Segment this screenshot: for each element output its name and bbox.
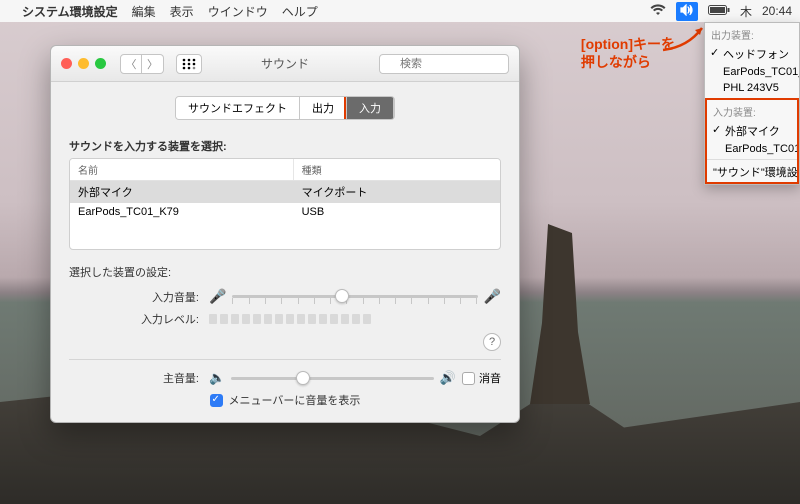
app-name[interactable]: システム環境設定 — [22, 3, 118, 20]
clock-day[interactable]: 木 — [740, 3, 752, 20]
forward-button[interactable]: 〉 — [142, 54, 164, 74]
mute-label: 消音 — [479, 370, 501, 386]
menu-edit[interactable]: 編集 — [132, 3, 156, 20]
speaker-high-icon: 🔊 — [440, 370, 456, 386]
input-device-item[interactable]: EarPods_TC01_K7 — [707, 141, 797, 157]
main-volume-slider[interactable] — [231, 377, 434, 380]
volume-menu-icon[interactable] — [676, 2, 698, 21]
select-device-label: サウンドを入力する装置を選択: — [69, 138, 501, 154]
back-button[interactable]: 〈 — [120, 54, 142, 74]
mic-low-icon: 🎤 — [209, 288, 226, 305]
sound-prefs-window: 〈 〉 サウンド サウンドエフェクト 出力 入力 サウンドを入力する装置を選択:… — [50, 45, 520, 423]
search-input[interactable] — [379, 54, 509, 74]
input-level-label: 入力レベル: — [69, 311, 209, 327]
show-all-button[interactable] — [176, 54, 202, 74]
menu-view[interactable]: 表示 — [170, 3, 194, 20]
output-device-item[interactable]: EarPods_TC01_K7 — [705, 64, 799, 80]
minimize-button[interactable] — [78, 58, 89, 69]
sound-tabs: サウンドエフェクト 出力 入力 — [175, 96, 395, 120]
mute-checkbox[interactable] — [462, 372, 475, 385]
output-device-item[interactable]: PHL 243V5 — [705, 80, 799, 96]
show-in-menubar-checkbox[interactable] — [210, 394, 223, 407]
show-in-menubar-label: メニューバーに音量を表示 — [229, 392, 361, 408]
volume-menu-dropdown: 出力装置: ヘッドフォン EarPods_TC01_K7 PHL 243V5 入… — [704, 22, 800, 185]
tab-sound-effects[interactable]: サウンドエフェクト — [176, 97, 300, 119]
clock-time[interactable]: 20:44 — [762, 4, 792, 18]
mic-high-icon: 🎤 — [484, 288, 501, 305]
menubar: システム環境設定 編集 表示 ウインドウ ヘルプ 木 20:44 — [0, 0, 800, 22]
input-volume-slider[interactable] — [232, 295, 477, 298]
window-title: サウンド — [261, 55, 309, 72]
wifi-icon[interactable] — [650, 4, 666, 19]
menu-window[interactable]: ウインドウ — [208, 3, 268, 20]
tab-input[interactable]: 入力 — [347, 97, 394, 119]
input-devices-table: 名前 種類 外部マイク マイクポート EarPods_TC01_K79 USB — [69, 158, 501, 250]
output-device-item[interactable]: ヘッドフォン — [705, 44, 799, 64]
table-row[interactable]: 外部マイク マイクポート — [70, 181, 500, 203]
annotation-text: [option]キーを 押しながら — [581, 35, 675, 71]
menu-help[interactable]: ヘルプ — [282, 3, 318, 20]
input-volume-label: 入力音量: — [69, 289, 209, 305]
help-button[interactable]: ? — [483, 333, 501, 351]
input-level-meter — [209, 314, 501, 324]
window-titlebar: 〈 〉 サウンド — [51, 46, 519, 82]
input-devices-header: 入力装置: — [707, 100, 797, 121]
close-button[interactable] — [61, 58, 72, 69]
sound-prefs-item[interactable]: "サウンド"環境設定 — [707, 162, 797, 182]
table-row[interactable]: EarPods_TC01_K79 USB — [70, 203, 500, 221]
output-devices-header: 出力装置: — [705, 23, 799, 44]
input-device-item[interactable]: 外部マイク — [707, 121, 797, 141]
zoom-button[interactable] — [95, 58, 106, 69]
battery-icon[interactable] — [708, 4, 730, 19]
column-type[interactable]: 種類 — [294, 159, 500, 180]
device-settings-label: 選択した装置の設定: — [69, 264, 501, 280]
speaker-low-icon: 🔈 — [209, 370, 225, 386]
column-name[interactable]: 名前 — [70, 159, 294, 180]
main-volume-label: 主音量: — [69, 370, 209, 386]
tab-output[interactable]: 出力 — [300, 97, 347, 119]
